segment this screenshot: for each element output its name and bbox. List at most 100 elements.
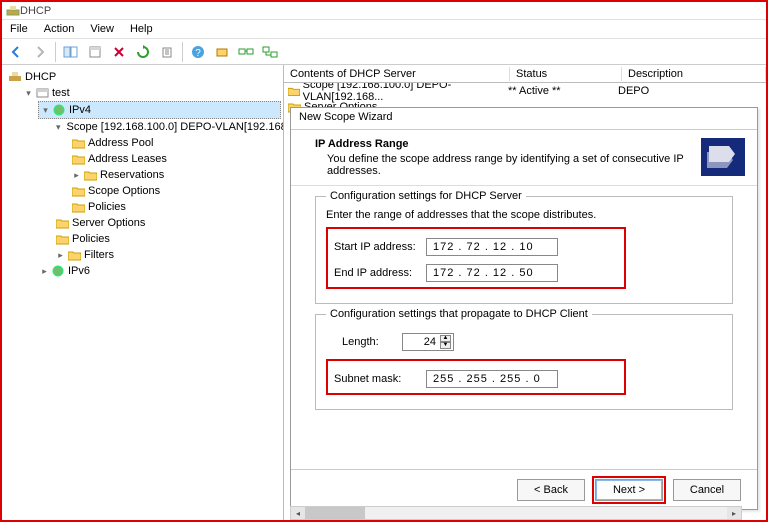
ipv4-icon bbox=[53, 104, 66, 116]
wizard-title: New Scope Wizard bbox=[291, 108, 757, 130]
spin-down-icon[interactable]: ▼ bbox=[440, 342, 451, 349]
end-ip-input[interactable]: 172 . 72 . 12 . 50 bbox=[426, 264, 558, 282]
scroll-left-icon[interactable]: ◂ bbox=[291, 507, 305, 519]
svg-text:?: ? bbox=[195, 48, 201, 59]
title-bar: DHCP bbox=[2, 2, 766, 20]
collapse-icon[interactable]: ▾ bbox=[41, 106, 50, 115]
cell: Scope [192.168.100.0] DEPO-VLAN[192.168.… bbox=[303, 83, 508, 103]
tree-server-options[interactable]: Server Options bbox=[54, 215, 281, 231]
toolbar-show-icon[interactable] bbox=[60, 41, 82, 63]
tree-root-label: DHCP bbox=[25, 69, 56, 85]
ip-range-highlight: Start IP address: 172 . 72 . 12 . 10 End… bbox=[326, 227, 626, 289]
tree-policies2[interactable]: Policies bbox=[54, 231, 281, 247]
tree-reservations[interactable]: ▸ Reservations bbox=[70, 167, 281, 183]
tree-address-leases[interactable]: Address Leases bbox=[70, 151, 281, 167]
export-icon[interactable] bbox=[156, 41, 178, 63]
policies-icon bbox=[72, 202, 85, 213]
mask-input[interactable]: 255 . 255 . 255 . 0 bbox=[426, 370, 558, 388]
wizard-subheading: You define the scope address range by id… bbox=[315, 153, 695, 177]
length-value: 24 bbox=[424, 336, 436, 348]
scroll-right-icon[interactable]: ▸ bbox=[727, 507, 741, 519]
menu-bar: File Action View Help bbox=[2, 20, 766, 39]
expand-icon[interactable]: ▸ bbox=[40, 267, 49, 276]
tree-label: Policies bbox=[72, 231, 110, 247]
group-dhcp-server: Configuration settings for DHCP Server E… bbox=[315, 196, 733, 304]
toolbar-net2-icon[interactable] bbox=[259, 41, 281, 63]
tree-filters[interactable]: ▸ Filters bbox=[54, 247, 281, 263]
tree-scope[interactable]: ▾ Scope [192.168.100.0] DEPO-VLAN[192.16… bbox=[54, 119, 281, 135]
tree-pane: DHCP ▾ test ▾ bbox=[2, 65, 284, 520]
tree-address-pool[interactable]: Address Pool bbox=[70, 135, 281, 151]
wizard-heading: IP Address Range bbox=[315, 138, 695, 150]
toolbar-help-icon[interactable]: ? bbox=[187, 41, 209, 63]
cell: DEPO bbox=[618, 85, 766, 97]
content-pane: Contents of DHCP Server Status Descripti… bbox=[284, 65, 766, 520]
tree-label: Scope Options bbox=[88, 183, 160, 199]
tree-ipv4-label: IPv4 bbox=[69, 102, 91, 118]
cancel-button[interactable]: Cancel bbox=[673, 479, 741, 501]
server-options-icon bbox=[56, 218, 69, 229]
start-ip-label: Start IP address: bbox=[334, 241, 426, 253]
tree-ipv4[interactable]: ▾ IPv4 bbox=[38, 101, 281, 119]
wizard-header: IP Address Range You define the scope ad… bbox=[291, 130, 757, 186]
tree-label: Filters bbox=[84, 247, 114, 263]
scope-options-icon bbox=[72, 186, 85, 197]
end-ip-label: End IP address: bbox=[334, 267, 426, 279]
menu-view[interactable]: View bbox=[82, 21, 122, 37]
col-contents[interactable]: Contents of DHCP Server bbox=[284, 67, 510, 81]
menu-action[interactable]: Action bbox=[36, 21, 83, 37]
menu-file[interactable]: File bbox=[2, 21, 36, 37]
window-title: DHCP bbox=[20, 5, 51, 17]
tree-scope-options[interactable]: Scope Options bbox=[70, 183, 281, 199]
policies-icon bbox=[56, 234, 69, 245]
back-icon[interactable] bbox=[5, 41, 27, 63]
tree-server[interactable]: ▾ test bbox=[22, 85, 281, 101]
tree-label: Reservations bbox=[100, 167, 164, 183]
length-spinner[interactable]: 24 ▲▼ bbox=[402, 333, 454, 351]
col-status[interactable]: Status bbox=[510, 67, 622, 81]
wizard-dialog: New Scope Wizard IP Address Range You de… bbox=[290, 107, 758, 510]
wizard-body: Configuration settings for DHCP Server E… bbox=[291, 186, 757, 469]
ipv6-icon bbox=[52, 265, 65, 277]
forward-icon bbox=[29, 41, 51, 63]
start-ip-input[interactable]: 172 . 72 . 12 . 10 bbox=[426, 238, 558, 256]
group-intro: Enter the range of addresses that the sc… bbox=[326, 209, 722, 221]
tree-root[interactable]: DHCP bbox=[6, 69, 281, 85]
list-header: Contents of DHCP Server Status Descripti… bbox=[284, 65, 766, 83]
collapse-icon[interactable]: ▾ bbox=[24, 89, 33, 98]
reservations-icon bbox=[84, 170, 97, 181]
server-icon bbox=[36, 87, 49, 99]
list-row[interactable]: Scope [192.168.100.0] DEPO-VLAN[192.168.… bbox=[284, 83, 766, 99]
expand-icon[interactable]: ▸ bbox=[72, 171, 81, 180]
toolbar-action1-icon[interactable] bbox=[211, 41, 233, 63]
toolbar-net-icon[interactable] bbox=[235, 41, 257, 63]
tree-policies[interactable]: Policies bbox=[70, 199, 281, 215]
scroll-thumb[interactable] bbox=[305, 507, 365, 519]
tree-label: Address Leases bbox=[88, 151, 167, 167]
tree-server-label: test bbox=[52, 85, 70, 101]
mask-label: Subnet mask: bbox=[334, 373, 426, 385]
group-dhcp-client: Configuration settings that propagate to… bbox=[315, 314, 733, 410]
back-button[interactable]: < Back bbox=[517, 479, 585, 501]
expand-icon[interactable]: ▸ bbox=[56, 251, 65, 260]
tree-ipv6[interactable]: ▸IPv6 bbox=[38, 263, 281, 279]
menu-help[interactable]: Help bbox=[122, 21, 161, 37]
toolbar-properties-icon[interactable] bbox=[84, 41, 106, 63]
length-label: Length: bbox=[342, 336, 402, 348]
tree-scope-label: Scope [192.168.100.0] DEPO-VLAN[192.168.… bbox=[67, 119, 284, 135]
folder-icon bbox=[288, 86, 300, 97]
horizontal-scrollbar[interactable]: ◂ ▸ bbox=[290, 506, 742, 520]
toolbar: ? bbox=[2, 39, 766, 65]
col-desc[interactable]: Description bbox=[622, 67, 766, 81]
toolbar-delete-icon[interactable] bbox=[108, 41, 130, 63]
group-legend: Configuration settings for DHCP Server bbox=[326, 190, 526, 202]
next-button[interactable]: Next > bbox=[595, 479, 663, 501]
collapse-icon[interactable]: ▾ bbox=[56, 123, 61, 132]
mask-highlight: Subnet mask: 255 . 255 . 255 . 0 bbox=[326, 359, 626, 395]
refresh-icon[interactable] bbox=[132, 41, 154, 63]
tree-label: Policies bbox=[88, 199, 126, 215]
spin-up-icon[interactable]: ▲ bbox=[440, 335, 451, 342]
tree-label: Server Options bbox=[72, 215, 145, 231]
dhcp-icon bbox=[8, 71, 22, 83]
leases-icon bbox=[72, 154, 85, 165]
